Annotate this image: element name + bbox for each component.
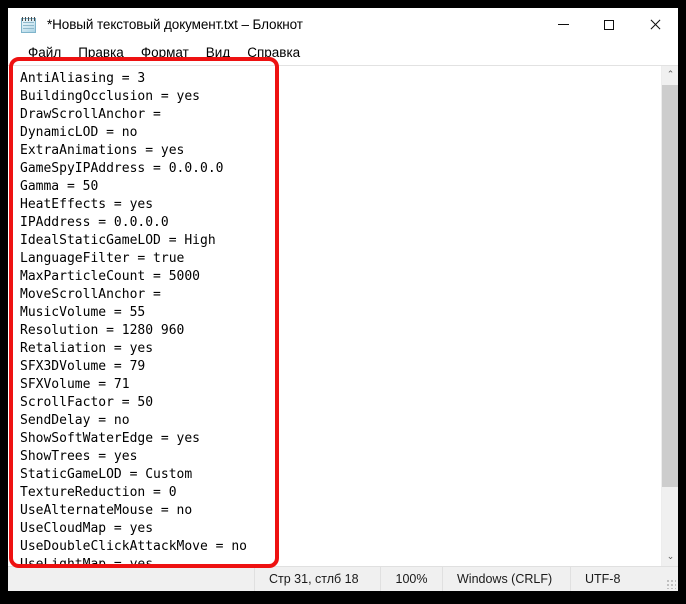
text-line: AntiAliasing = 3 [20, 71, 146, 86]
status-zoom-level[interactable]: 100% [380, 566, 442, 591]
text-line: UseDoubleClickAttackMove = no [20, 539, 247, 554]
menu-item-help[interactable]: Справка [239, 44, 308, 62]
notepad-icon [20, 16, 38, 34]
text-line: SFX3DVolume = 79 [20, 359, 146, 374]
window-controls [540, 8, 678, 41]
text-line: ShowTrees = yes [20, 449, 138, 464]
maximize-button[interactable] [586, 8, 632, 41]
text-line: Gamma = 50 [20, 179, 99, 194]
text-line: ShowSoftWaterEdge = yes [20, 431, 201, 446]
text-editor[interactable]: AntiAliasing = 3 BuildingOcclusion = yes… [8, 66, 661, 566]
menu-item-edit[interactable]: Правка [70, 44, 132, 62]
vertical-scrollbar[interactable]: ⌃ ⌄ [661, 66, 678, 566]
close-icon [649, 19, 661, 31]
text-line: IdealStaticGameLOD = High [20, 233, 216, 248]
status-bar: Стр 31, стлб 18 100% Windows (CRLF) UTF-… [8, 566, 678, 591]
text-line: HeatEffects = yes [20, 197, 154, 212]
menu-item-file[interactable]: Файл [20, 44, 69, 62]
text-line: DrawScrollAnchor = [20, 107, 169, 122]
menu-item-view[interactable]: Вид [198, 44, 238, 62]
text-line: TextureReduction = 0 [20, 485, 177, 500]
minimize-button[interactable] [540, 8, 586, 41]
text-line: SendDelay = no [20, 413, 130, 428]
maximize-icon [604, 19, 614, 30]
text-line: SFXVolume = 71 [20, 377, 130, 392]
status-encoding[interactable]: UTF-8 [570, 566, 662, 591]
minimize-icon [557, 24, 569, 25]
text-line: IPAddress = 0.0.0.0 [20, 215, 169, 230]
text-line: UseCloudMap = yes [20, 521, 154, 536]
text-line: UseAlternateMouse = no [20, 503, 193, 518]
text-line: StaticGameLOD = Custom [20, 467, 193, 482]
notepad-window: *Новый текстовый документ.txt – Блокнот … [8, 8, 678, 591]
text-line: MoveScrollAnchor = [20, 287, 169, 302]
text-line: GameSpyIPAddress = 0.0.0.0 [20, 161, 224, 176]
text-line: LanguageFilter = true [20, 251, 185, 266]
editor-area: AntiAliasing = 3 BuildingOcclusion = yes… [8, 65, 678, 566]
menu-item-format[interactable]: Формат [133, 44, 197, 62]
text-line: Resolution = 1280 960 [20, 323, 185, 338]
title-bar[interactable]: *Новый текстовый документ.txt – Блокнот [8, 8, 678, 41]
text-line: UseLightMap = yes [20, 557, 154, 566]
scrollbar-thumb[interactable] [662, 85, 678, 487]
status-cursor-position: Стр 31, стлб 18 [254, 566, 380, 591]
scroll-up-icon[interactable]: ⌃ [662, 66, 678, 84]
text-line: Retaliation = yes [20, 341, 154, 356]
text-line: BuildingOcclusion = yes [20, 89, 201, 104]
text-line: MusicVolume = 55 [20, 305, 146, 320]
window-title: *Новый текстовый документ.txt – Блокнот [47, 17, 303, 32]
screenshot-root: *Новый текстовый документ.txt – Блокнот … [0, 0, 686, 604]
text-line: ScrollFactor = 50 [20, 395, 154, 410]
scroll-down-icon[interactable]: ⌄ [662, 548, 678, 566]
resize-grip-icon[interactable] [662, 567, 678, 592]
text-line: MaxParticleCount = 5000 [20, 269, 201, 284]
menu-bar: Файл Правка Формат Вид Справка [8, 41, 678, 65]
text-line: ExtraAnimations = yes [20, 143, 185, 158]
close-button[interactable] [632, 8, 678, 41]
status-line-ending[interactable]: Windows (CRLF) [442, 566, 570, 591]
text-line: DynamicLOD = no [20, 125, 138, 140]
